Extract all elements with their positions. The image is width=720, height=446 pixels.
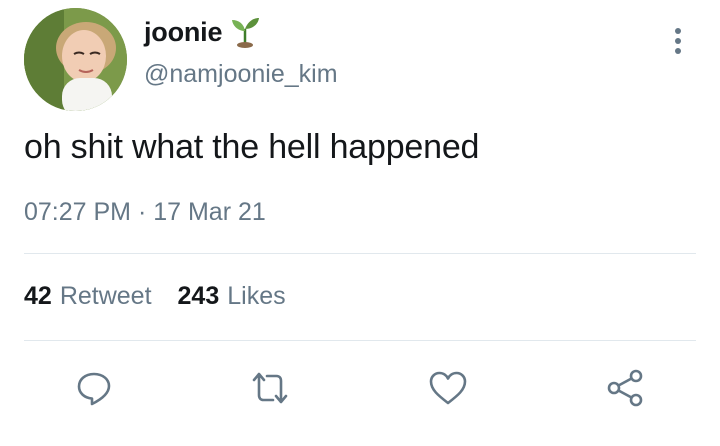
tweet-text: oh shit what the hell happened: [24, 128, 480, 166]
reply-icon: [77, 372, 111, 406]
seedling-icon: [230, 15, 260, 49]
likes-label: Likes: [227, 282, 286, 310]
retweet-icon: [252, 372, 288, 404]
reply-button[interactable]: [72, 366, 116, 410]
divider: [24, 253, 696, 254]
display-name[interactable]: joonie: [144, 17, 223, 48]
display-name-row: joonie: [144, 14, 260, 50]
retweet-button[interactable]: [248, 366, 292, 410]
likes-count: 243: [177, 282, 220, 310]
tweet-stats: 42 Retweet 243 Likes: [24, 282, 312, 311]
share-button[interactable]: [603, 366, 647, 410]
like-icon: [429, 371, 467, 405]
retweet-count: 42: [24, 282, 52, 310]
retweet-label: Retweet: [59, 282, 152, 310]
more-options-icon[interactable]: [664, 24, 692, 60]
user-handle[interactable]: @namjoonie_kim: [144, 60, 338, 89]
tweet-timestamp: 07:27 PM · 17 Mar 21: [24, 198, 266, 226]
retweet-stat[interactable]: 42 Retweet: [24, 282, 152, 311]
avatar[interactable]: [24, 8, 127, 111]
tweet-card: joonie @namjoonie_kim oh shit what the h…: [0, 0, 720, 446]
share-icon: [607, 369, 643, 407]
likes-stat[interactable]: 243 Likes: [178, 282, 286, 311]
divider: [24, 340, 696, 341]
like-button[interactable]: [426, 366, 470, 410]
